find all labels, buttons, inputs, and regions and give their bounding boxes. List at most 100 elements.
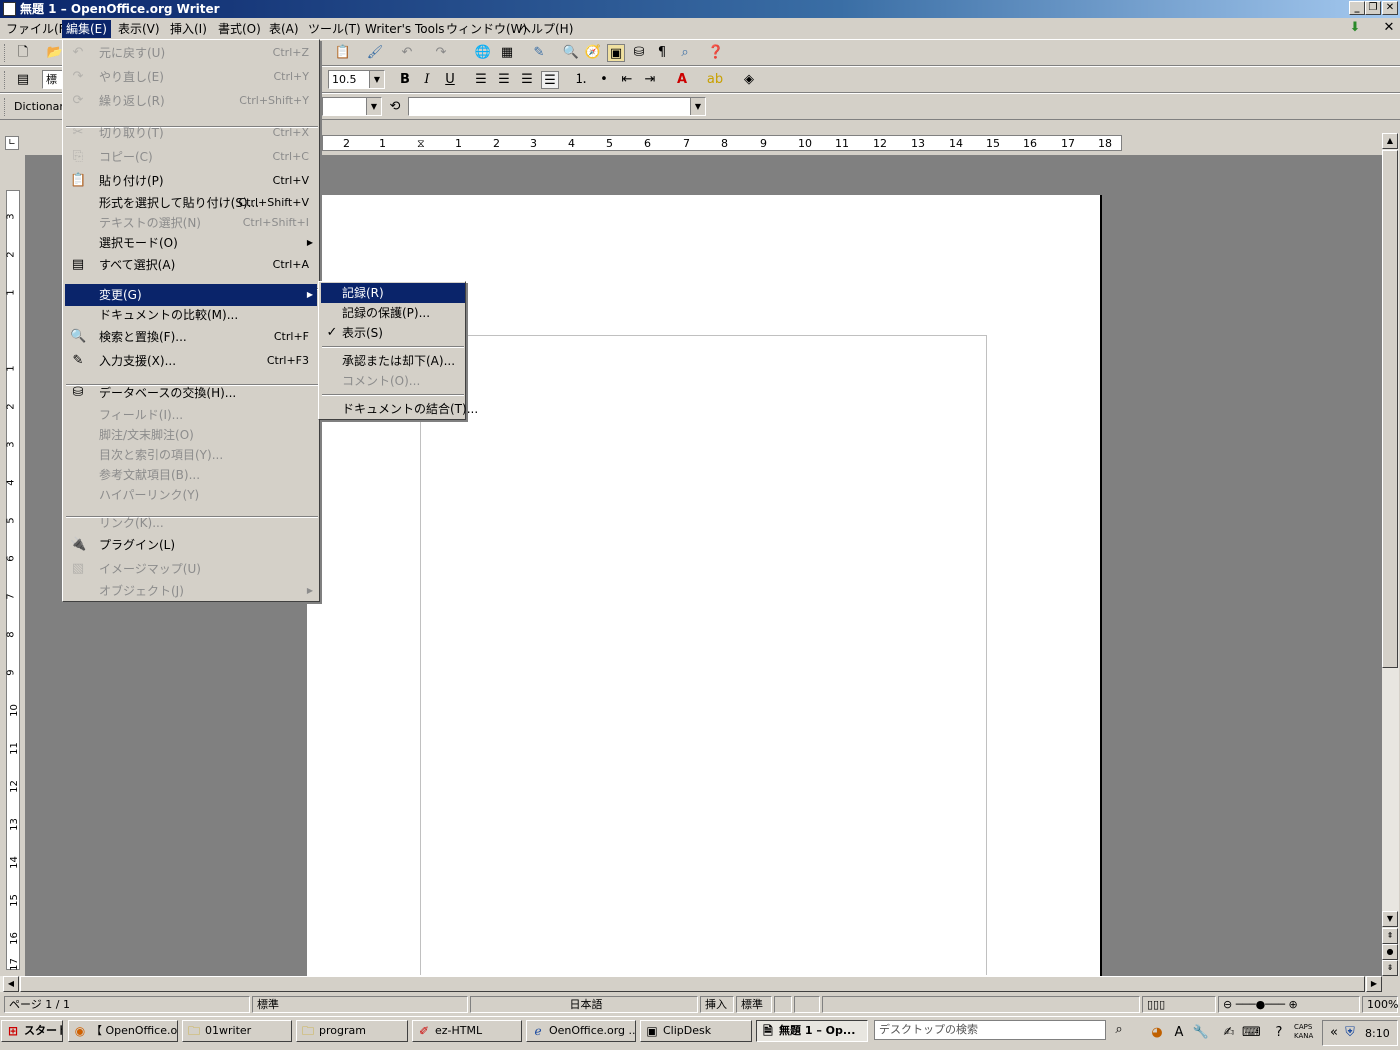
- network-icon[interactable]: ⛨: [1341, 1024, 1359, 1042]
- hscroll-thumb[interactable]: [20, 976, 1365, 992]
- minimize-button[interactable]: _: [1349, 1, 1365, 15]
- justify-icon[interactable]: ☰: [541, 71, 559, 89]
- menu-format[interactable]: 書式(O): [214, 20, 265, 38]
- taskbar-item[interactable]: ✐ ez-HTML: [412, 1020, 522, 1042]
- menu-select-all[interactable]: ▤ すべて選択(A) Ctrl+A: [65, 254, 317, 276]
- align-center-icon[interactable]: ☰: [495, 71, 513, 89]
- refresh-icon[interactable]: ⟲: [386, 98, 404, 116]
- show-draw-functions-icon[interactable]: ✎: [530, 44, 548, 62]
- data-sources-icon[interactable]: ⛁: [630, 44, 648, 62]
- navigator-icon[interactable]: 🧭: [584, 44, 602, 62]
- input-mode-icon[interactable]: A: [1170, 1024, 1188, 1042]
- scroll-thumb[interactable]: [1382, 150, 1398, 668]
- italic-icon[interactable]: I: [418, 71, 436, 89]
- tools-icon[interactable]: 🔧: [1192, 1024, 1210, 1042]
- menu-changes[interactable]: 変更(G) ▶: [65, 284, 317, 306]
- find-replace-icon[interactable]: 🔍: [562, 44, 580, 62]
- menu-exchange-database[interactable]: ⛁ データベースの交換(H)...: [65, 382, 317, 404]
- taskbar-item[interactable]: ℯ OenOffice.org ...: [526, 1020, 636, 1042]
- ime-icon[interactable]: ◕: [1148, 1024, 1166, 1042]
- toolbar-grip[interactable]: [4, 44, 7, 62]
- dictionary-lookup-input[interactable]: ▼: [408, 97, 706, 116]
- chevron-down-icon[interactable]: ▼: [690, 98, 705, 115]
- menu-view[interactable]: 表示(V): [114, 20, 164, 38]
- menu-paste[interactable]: 📋 貼り付け(P) Ctrl+V: [65, 170, 317, 192]
- menu-insert[interactable]: 挿入(I): [166, 20, 211, 38]
- menu-writers-tools[interactable]: Writer's Tools: [361, 20, 449, 38]
- scroll-up-icon[interactable]: ▲: [1382, 133, 1398, 149]
- restore-button[interactable]: ❐: [1365, 1, 1381, 15]
- close-document-icon[interactable]: ✕: [1380, 19, 1398, 37]
- search-icon[interactable]: ⌕: [1110, 1021, 1128, 1039]
- zoom-level[interactable]: 100%: [1362, 996, 1398, 1013]
- formatting-marks-icon[interactable]: ¶: [653, 44, 671, 62]
- pen-icon[interactable]: ✍: [1220, 1024, 1238, 1042]
- scroll-down-icon[interactable]: ▼: [1382, 911, 1398, 927]
- toolbar-grip[interactable]: [4, 98, 7, 116]
- digital-signature-indicator[interactable]: [794, 996, 820, 1013]
- insert-mode-indicator[interactable]: 挿入: [700, 996, 734, 1013]
- menu-autotext[interactable]: ✎ 入力支援(X)... Ctrl+F3: [65, 350, 317, 372]
- language-indicator[interactable]: 日本語: [470, 996, 698, 1013]
- horizontal-scrollbar[interactable]: ◀ ▶: [0, 976, 1382, 992]
- font-size-combo[interactable]: 10.5 ▼: [328, 70, 385, 89]
- keyboard-icon[interactable]: ⌨: [1242, 1024, 1261, 1042]
- clock[interactable]: 8:10: [1365, 1027, 1390, 1040]
- vertical-ruler[interactable]: 3 2 1 1 2 3 4 5 6 7 8 9 10 11 12 13 14 15 16 17: [3, 155, 21, 975]
- taskbar-item[interactable]: 🗀 program: [296, 1020, 408, 1042]
- start-button[interactable]: ⊞ スタート: [1, 1020, 63, 1042]
- font-color-icon[interactable]: A: [673, 71, 691, 89]
- numbering-icon[interactable]: ⒈: [572, 71, 590, 89]
- redo-toolbar-icon[interactable]: ↷: [432, 44, 450, 62]
- menu-edit[interactable]: 編集(E): [62, 20, 111, 38]
- tab-stop-selector[interactable]: ∟: [5, 136, 19, 150]
- update-icon[interactable]: ⬇: [1346, 19, 1364, 37]
- navigation-icon[interactable]: ●: [1382, 944, 1398, 960]
- submenu-record[interactable]: 記録(R): [321, 283, 465, 303]
- vertical-scrollbar[interactable]: ▲ ▼ ⇞ ● ⇟: [1382, 133, 1399, 976]
- highlighting-icon[interactable]: ab: [706, 71, 724, 89]
- menu-find-replace[interactable]: 🔍 検索と置換(F)... Ctrl+F: [65, 326, 317, 348]
- submenu-merge-document[interactable]: ドキュメントの結合(T)...: [321, 399, 478, 419]
- taskbar-item[interactable]: ◉ 【 OpenOffice.o...: [68, 1020, 178, 1042]
- underline-icon[interactable]: U: [441, 71, 459, 89]
- paragraph-style-combo[interactable]: 標: [42, 70, 64, 89]
- previous-page-icon[interactable]: ⇞: [1382, 928, 1398, 944]
- ime-help-icon[interactable]: ?: [1270, 1024, 1288, 1042]
- help-icon[interactable]: ❓: [707, 44, 725, 62]
- bold-icon[interactable]: B: [396, 71, 414, 89]
- document-modified-indicator[interactable]: [774, 996, 792, 1013]
- taskbar-item[interactable]: ▣ ClipDesk: [640, 1020, 752, 1042]
- new-document-icon[interactable]: 🗋: [14, 44, 32, 62]
- align-left-icon[interactable]: ☰: [472, 71, 490, 89]
- zoom-icon[interactable]: ⌕: [676, 44, 694, 62]
- menu-compare-document[interactable]: ドキュメントの比較(M)...: [65, 304, 317, 326]
- increase-indent-icon[interactable]: ⇥: [641, 71, 659, 89]
- menu-paste-special[interactable]: 形式を選択して貼り付け(S)... Ctrl+Shift+V: [65, 192, 317, 214]
- table-icon[interactable]: ▦: [498, 44, 516, 62]
- next-page-icon[interactable]: ⇟: [1382, 960, 1398, 976]
- page-indicator[interactable]: ページ 1 / 1: [4, 996, 250, 1013]
- menu-plugin[interactable]: 🔌 プラグイン(L): [65, 534, 317, 556]
- view-layout-icon[interactable]: ▯▯▯: [1142, 996, 1216, 1013]
- indent-marker-icon[interactable]: ⧖: [417, 137, 425, 151]
- toolbar-grip[interactable]: [4, 71, 7, 89]
- menu-selection-mode[interactable]: 選択モード(O) ▶: [65, 232, 317, 254]
- paste-toolbar-icon[interactable]: 📋: [334, 44, 352, 62]
- chevron-down-icon[interactable]: ▼: [369, 71, 384, 88]
- taskbar-item-active[interactable]: 🗎 無題 1 – Op...: [756, 1020, 868, 1042]
- gallery-icon[interactable]: ▣: [607, 44, 625, 62]
- desktop-search-input[interactable]: デスクトップの検索: [874, 1020, 1106, 1040]
- submenu-accept-reject[interactable]: 承認または却下(A)...: [321, 351, 465, 371]
- menu-table[interactable]: 表(A): [265, 20, 303, 38]
- menu-tools[interactable]: ツール(T): [304, 20, 365, 38]
- taskbar-item[interactable]: 🗀 01writer: [182, 1020, 292, 1042]
- menu-help[interactable]: ヘルプ(H): [515, 20, 577, 38]
- chevron-down-icon[interactable]: ▼: [366, 98, 381, 115]
- align-right-icon[interactable]: ☰: [518, 71, 536, 89]
- bullets-icon[interactable]: •: [595, 71, 613, 89]
- submenu-show[interactable]: ✓ 表示(S): [321, 323, 465, 343]
- undo-toolbar-icon[interactable]: ↶: [398, 44, 416, 62]
- hyperlink-icon[interactable]: 🌐: [474, 44, 492, 62]
- close-button[interactable]: ✕: [1382, 1, 1398, 15]
